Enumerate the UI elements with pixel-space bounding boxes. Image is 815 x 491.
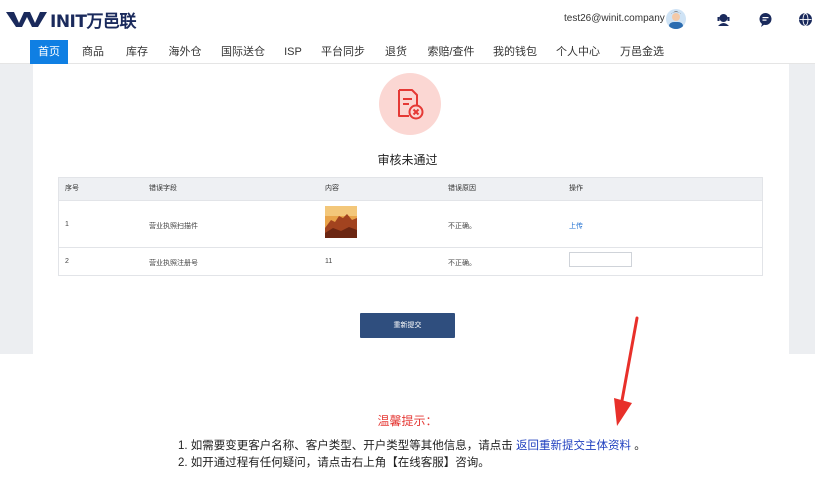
main-nav: 首页 商品 库存 海外仓 国际送仓 ISP 平台同步 退货 索赔/查件 我的钱包…: [0, 40, 815, 64]
row-index: 1: [65, 221, 69, 228]
nav-item-overseas-warehouse[interactable]: 海外仓: [162, 40, 208, 64]
table-header: 序号 错误字段 内容 错误原因 操作: [59, 178, 762, 200]
header-index: 序号: [65, 185, 79, 192]
tip-line-1-suffix: 。: [634, 440, 646, 452]
row-index: 2: [65, 258, 69, 265]
review-failed-badge: [379, 73, 441, 135]
license-image-thumbnail[interactable]: [325, 206, 357, 238]
nav-item-winit-select[interactable]: 万邑金选: [614, 40, 670, 64]
nav-item-inventory[interactable]: 库存: [118, 40, 156, 64]
row-field: 营业执照扫描件: [149, 223, 198, 230]
row-content: 11: [325, 258, 333, 265]
tip-line-1-text: 1. 如需要变更客户名称、客户类型、开户类型等其他信息，请点击: [178, 440, 513, 452]
review-status-title: 审核未通过: [377, 153, 438, 167]
row-reason: 不正确。: [448, 223, 476, 230]
nav-item-claims[interactable]: 索赔/查件: [422, 40, 480, 64]
tip-line-1: 1. 如需要变更客户名称、客户类型、开户类型等其他信息，请点击 返回重新提交主体…: [178, 437, 646, 453]
row-field: 营业执照注册号: [149, 260, 198, 267]
error-table: 序号 错误字段 内容 错误原因 操作 1 营业执照扫描件 不正确。 上传 2 营…: [58, 177, 763, 276]
nav-item-isp[interactable]: ISP: [278, 40, 308, 64]
nav-item-platform-sync[interactable]: 平台同步: [316, 40, 370, 64]
brand-name: INIT万邑联: [50, 11, 136, 32]
resubmit-entity-info-link[interactable]: 返回重新提交主体资料: [516, 440, 631, 452]
user-avatar[interactable]: [666, 9, 686, 29]
logo-mark-icon: [6, 12, 47, 27]
nav-item-personal-center[interactable]: 个人中心: [550, 40, 606, 64]
resubmit-button[interactable]: 重新提交: [360, 313, 455, 338]
brand-logo[interactable]: INIT万邑联: [6, 4, 146, 34]
upload-link[interactable]: 上传: [569, 221, 583, 231]
document-rejected-icon: [398, 89, 424, 120]
customer-service-icon[interactable]: [716, 12, 731, 27]
tips-title: 温馨提示：: [377, 414, 438, 428]
top-header: INIT万邑联 test26@winit.company: [0, 0, 815, 40]
row-reason: 不正确。: [448, 260, 476, 267]
header-reason: 错误原因: [448, 185, 476, 192]
nav-item-home[interactable]: 首页: [30, 40, 68, 64]
message-icon[interactable]: [758, 12, 773, 27]
language-icon[interactable]: [798, 12, 813, 27]
nav-item-returns[interactable]: 退货: [378, 40, 414, 64]
user-email[interactable]: test26@winit.company: [564, 13, 665, 24]
tip-line-2: 2. 如开通过程有任何疑问，请点击右上角【在线客服】咨询。: [178, 457, 490, 469]
header-content: 内容: [325, 185, 339, 192]
header-action: 操作: [569, 185, 583, 192]
nav-item-international-delivery[interactable]: 国际送仓: [216, 40, 270, 64]
registration-number-input[interactable]: [569, 252, 632, 267]
nav-item-wallet[interactable]: 我的钱包: [488, 40, 542, 64]
header-field: 错误字段: [149, 185, 177, 192]
nav-item-products[interactable]: 商品: [75, 40, 111, 64]
